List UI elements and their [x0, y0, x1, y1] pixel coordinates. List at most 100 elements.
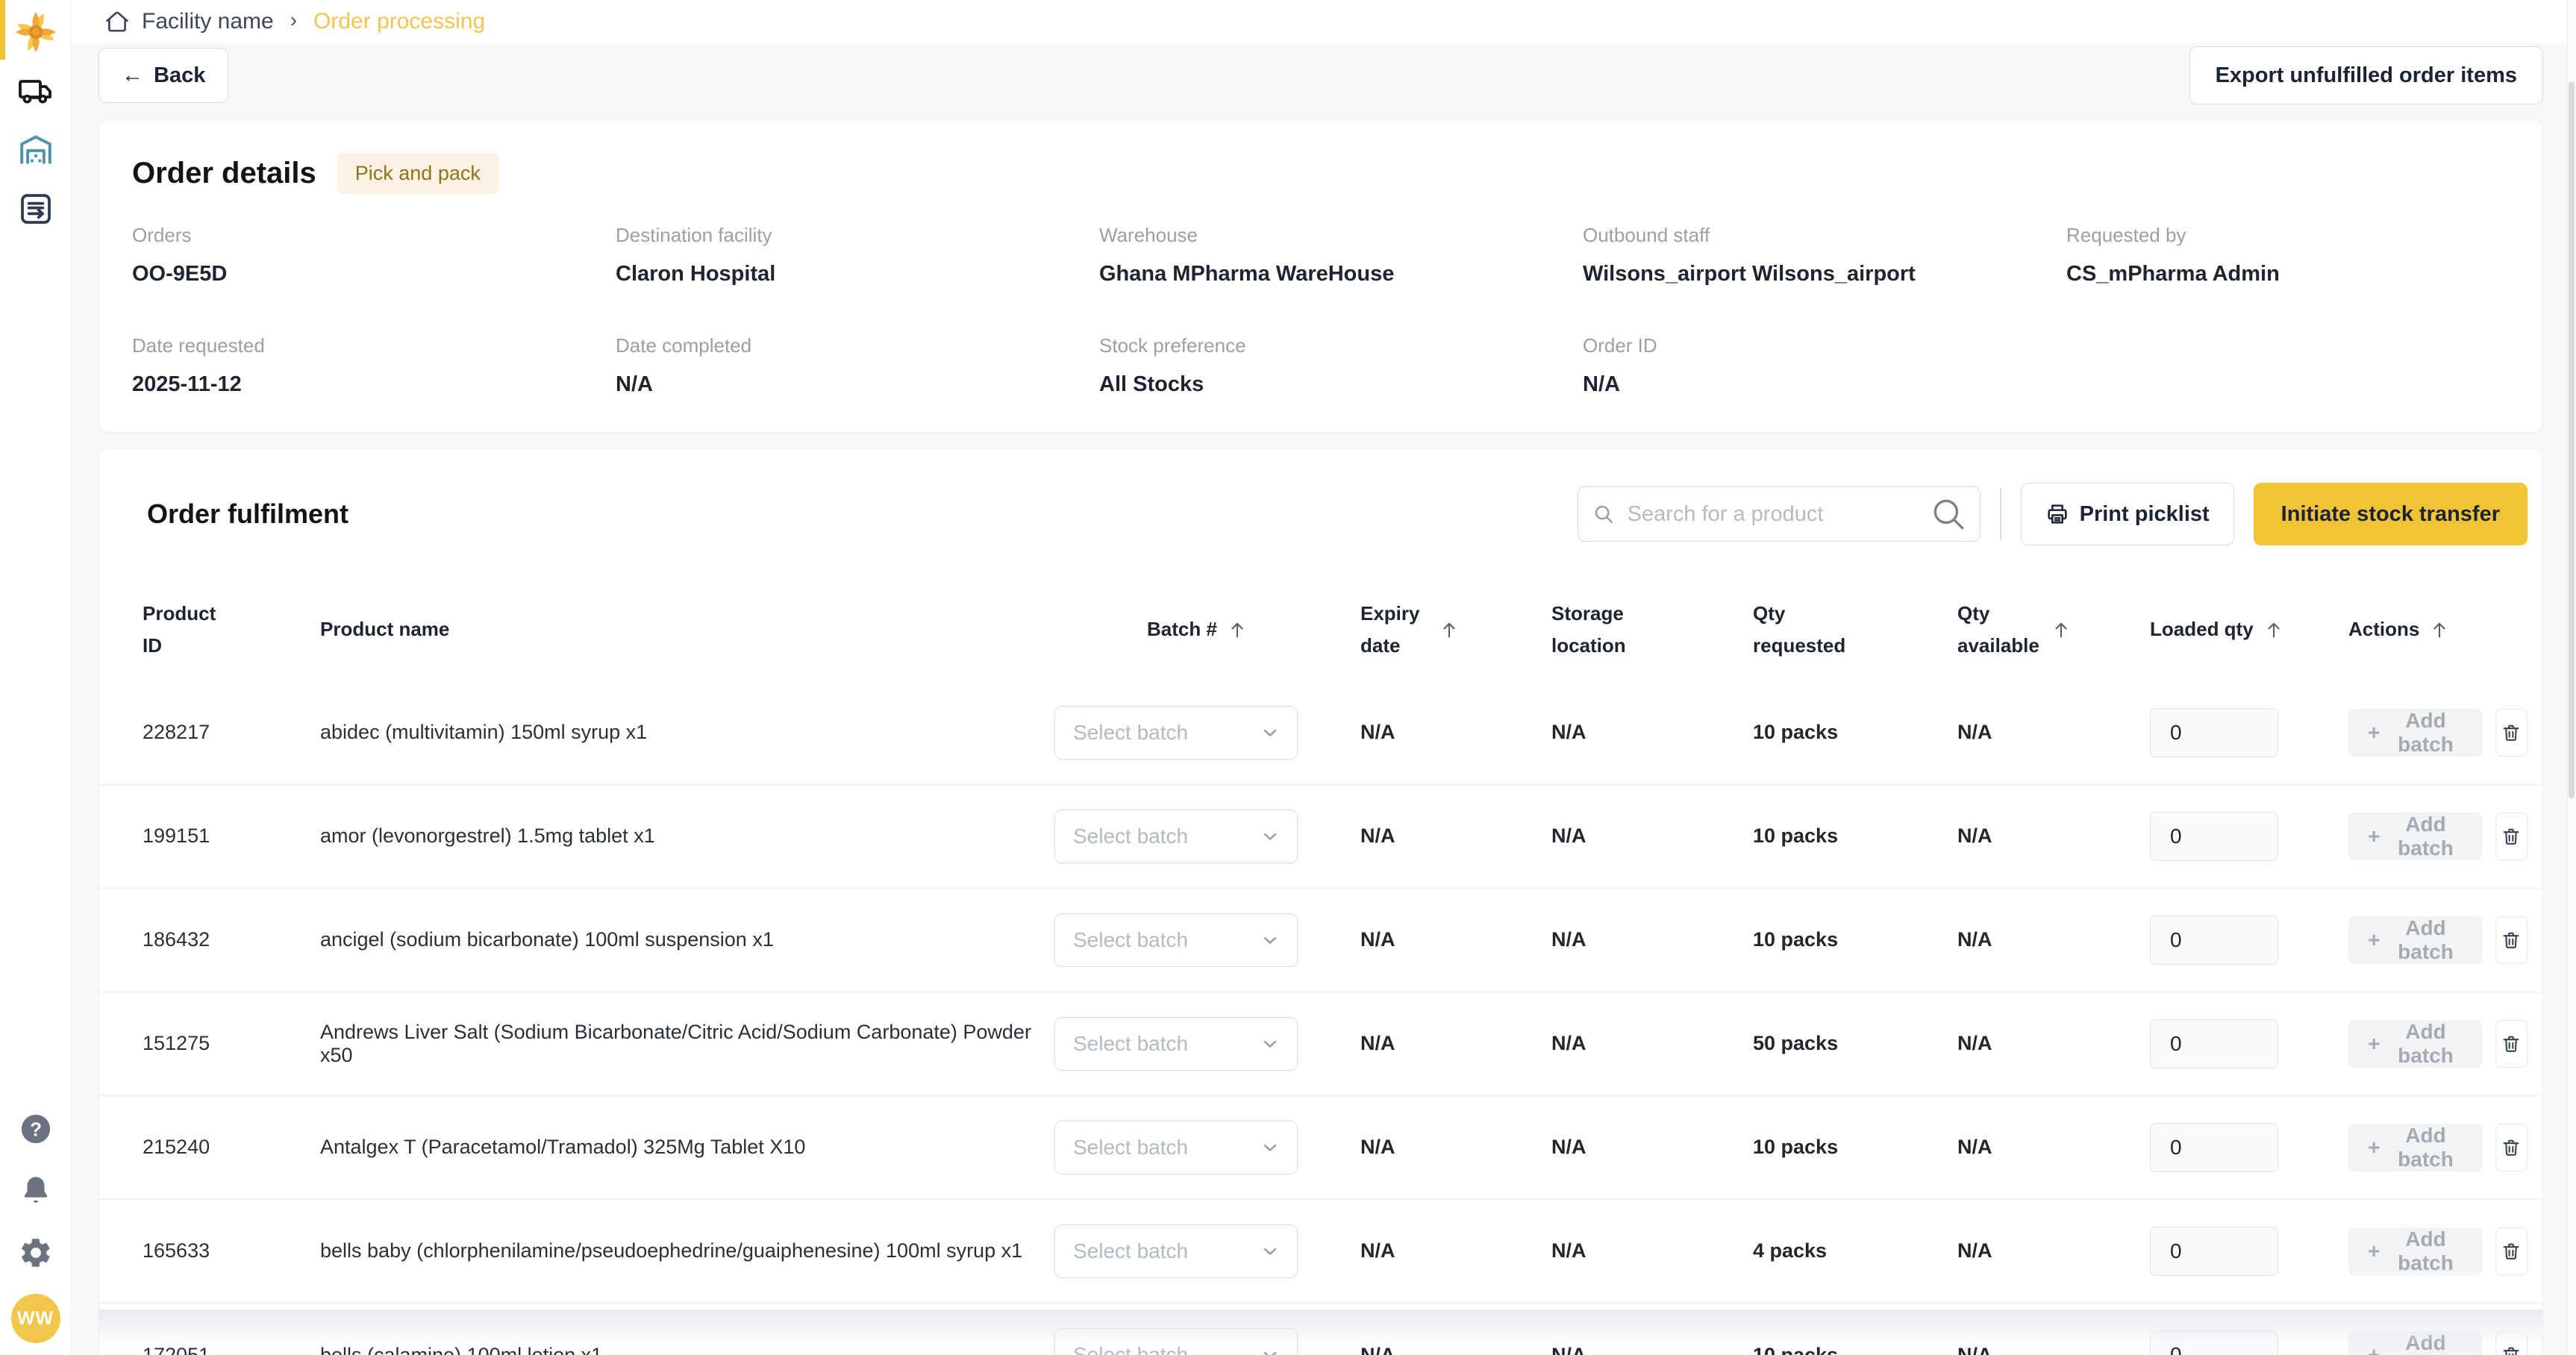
qty-requested-cell: 10 packs: [1753, 824, 1957, 848]
loaded-qty-input[interactable]: [2150, 1123, 2278, 1172]
sort-arrow-icon[interactable]: [2263, 619, 2285, 641]
delete-row-button[interactable]: [2495, 1227, 2527, 1275]
col-qty-requested: Qty requested: [1753, 598, 1957, 662]
sidebar-item-settings[interactable]: [19, 1236, 53, 1270]
qty-available-cell: N/A: [1957, 824, 2150, 848]
select-batch-placeholder: Select batch: [1073, 1032, 1188, 1056]
product-name-cell: Antalgex T (Paracetamol/Tramadol) 325Mg …: [320, 1136, 1054, 1159]
user-avatar[interactable]: WW: [11, 1294, 60, 1343]
delete-row-button[interactable]: [2495, 1124, 2527, 1171]
storage-location-cell: N/A: [1551, 1344, 1753, 1355]
select-batch-dropdown[interactable]: Select batch: [1054, 810, 1298, 863]
field-order-id: Order ID N/A: [1583, 334, 2066, 397]
sidebar-item-orders[interactable]: [18, 191, 54, 227]
app-logo[interactable]: [14, 9, 57, 55]
expiry-date-cell: N/A: [1360, 1239, 1551, 1262]
delete-row-button[interactable]: [2495, 1020, 2527, 1068]
sidebar-item-help[interactable]: ?: [19, 1112, 53, 1146]
select-batch-dropdown[interactable]: Select batch: [1054, 706, 1298, 760]
actions-cell: + Add batch: [2348, 813, 2527, 860]
qty-available-cell: N/A: [1957, 1032, 2150, 1055]
loaded-qty-input[interactable]: [2150, 916, 2278, 965]
add-batch-button[interactable]: + Add batch: [2348, 813, 2482, 860]
plus-icon: +: [2368, 1343, 2380, 1355]
sort-arrow-icon[interactable]: [1226, 619, 1248, 641]
chevron-down-icon: [1260, 722, 1281, 743]
divider: [2000, 488, 2001, 540]
breadcrumb-facility[interactable]: Facility name: [142, 9, 274, 34]
home-icon[interactable]: [104, 9, 130, 34]
table-row: 186432 ancigel (sodium bicarbonate) 100m…: [99, 889, 2542, 992]
page-scrollbar[interactable]: [2567, 0, 2576, 1355]
select-batch-placeholder: Select batch: [1073, 1239, 1188, 1263]
add-batch-button[interactable]: + Add batch: [2348, 709, 2482, 757]
select-batch-placeholder: Select batch: [1073, 928, 1188, 952]
bell-icon: [19, 1173, 53, 1207]
actions-cell: + Add batch: [2348, 1124, 2527, 1171]
select-batch-dropdown[interactable]: Select batch: [1054, 913, 1298, 967]
loaded-qty-cell: [2150, 812, 2348, 861]
plus-icon: +: [2368, 824, 2380, 848]
product-id-cell: 199151: [143, 824, 320, 848]
batch-cell: Select batch: [1054, 1328, 1360, 1355]
qty-requested-cell: 10 packs: [1753, 928, 1957, 951]
batch-cell: Select batch: [1054, 1017, 1360, 1071]
add-batch-button[interactable]: + Add batch: [2348, 916, 2482, 964]
back-button[interactable]: ← Back: [99, 48, 228, 103]
add-batch-button[interactable]: + Add batch: [2348, 1331, 2482, 1355]
loaded-qty-input[interactable]: [2150, 1227, 2278, 1276]
product-search: [1578, 486, 1981, 542]
sidebar-item-notifications[interactable]: [19, 1173, 53, 1207]
print-picklist-label: Print picklist: [2080, 502, 2210, 527]
col-product-id: Product ID: [143, 598, 320, 662]
sidebar-active-indicator: [0, 0, 5, 60]
loaded-qty-input[interactable]: [2150, 1330, 2278, 1355]
sort-arrow-icon[interactable]: [2428, 619, 2451, 641]
export-unfulfilled-button[interactable]: Export unfulfilled order items: [2189, 46, 2543, 104]
order-details-fields: Orders OO-9E5D Destination facility Clar…: [132, 224, 2510, 397]
scrollbar-thumb[interactable]: [2569, 82, 2575, 798]
search-submit-icon[interactable]: [1930, 495, 1967, 533]
loaded-qty-input[interactable]: [2150, 1019, 2278, 1068]
loaded-qty-input[interactable]: [2150, 812, 2278, 861]
select-batch-placeholder: Select batch: [1073, 1343, 1188, 1355]
sidebar-item-deliveries[interactable]: [18, 73, 54, 109]
col-product-name: Product name: [320, 613, 1054, 645]
select-batch-dropdown[interactable]: Select batch: [1054, 1121, 1298, 1174]
qty-requested-cell: 50 packs: [1753, 1032, 1957, 1055]
add-batch-label: Add batch: [2389, 1227, 2462, 1275]
delete-row-button[interactable]: [2495, 709, 2527, 757]
expiry-date-cell: N/A: [1360, 824, 1551, 848]
add-batch-button[interactable]: + Add batch: [2348, 1020, 2482, 1068]
select-batch-placeholder: Select batch: [1073, 824, 1188, 848]
sort-arrow-icon[interactable]: [2050, 619, 2072, 641]
sort-arrow-icon[interactable]: [1438, 619, 1460, 641]
avatar-initials: WW: [11, 1294, 60, 1343]
breadcrumb: Facility name › Order processing: [72, 0, 2576, 34]
select-batch-dropdown[interactable]: Select batch: [1054, 1328, 1298, 1355]
select-batch-dropdown[interactable]: Select batch: [1054, 1224, 1298, 1278]
delete-row-button[interactable]: [2495, 813, 2527, 860]
printer-icon: [2045, 502, 2069, 526]
qty-available-cell: N/A: [1957, 928, 2150, 951]
batch-cell: Select batch: [1054, 1224, 1360, 1278]
add-batch-button[interactable]: + Add batch: [2348, 1124, 2482, 1171]
qty-available-cell: N/A: [1957, 1344, 2150, 1355]
expiry-date-cell: N/A: [1360, 721, 1551, 744]
table-row: 165633 bells baby (chlorphenilamine/pseu…: [99, 1200, 2542, 1304]
initiate-stock-transfer-button[interactable]: Initiate stock transfer: [2254, 483, 2527, 545]
actions-cell: + Add batch: [2348, 709, 2527, 757]
sidebar-item-warehouse[interactable]: [17, 131, 54, 169]
loaded-qty-input[interactable]: [2150, 708, 2278, 757]
select-batch-dropdown[interactable]: Select batch: [1054, 1017, 1298, 1071]
product-id-cell: 228217: [143, 721, 320, 744]
table-row: 151275 Andrews Liver Salt (Sodium Bicarb…: [99, 992, 2542, 1096]
plus-icon: +: [2368, 721, 2380, 745]
stock-transfer-icon: [18, 191, 54, 227]
search-input[interactable]: [1578, 486, 1981, 542]
add-batch-button[interactable]: + Add batch: [2348, 1227, 2482, 1275]
print-picklist-button[interactable]: Print picklist: [2021, 483, 2234, 545]
delete-row-button[interactable]: [2495, 1331, 2527, 1355]
product-id-cell: 186432: [143, 928, 320, 951]
delete-row-button[interactable]: [2495, 916, 2527, 964]
